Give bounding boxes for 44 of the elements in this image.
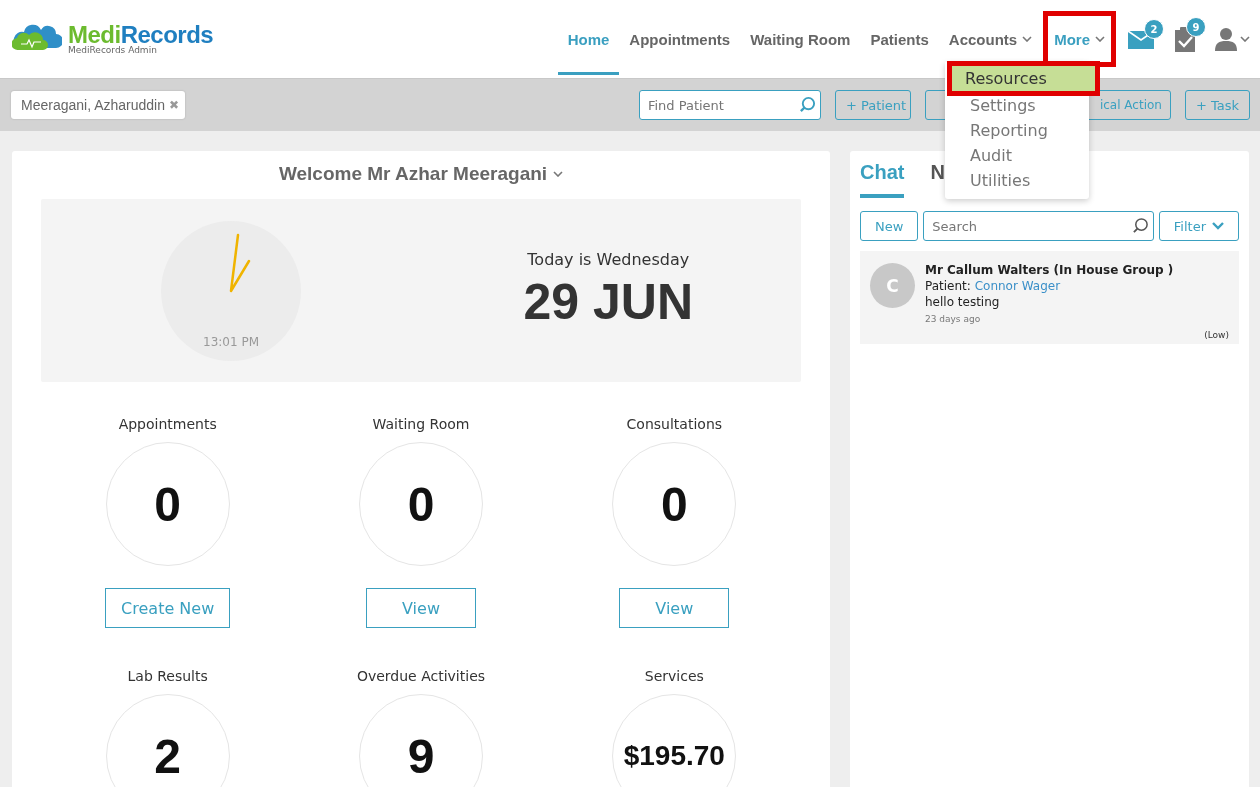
nav-link[interactable]: Home bbox=[557, 0, 620, 78]
nav-link[interactable]: Appointments bbox=[619, 0, 741, 78]
patient-line: Patient: Connor Wager bbox=[925, 279, 1062, 293]
new-button[interactable]: New bbox=[860, 211, 919, 241]
menu-item[interactable]: Utilities bbox=[950, 168, 1084, 193]
stat-label: Lab Results bbox=[127, 668, 208, 686]
nav-link[interactable]: More bbox=[1048, 16, 1111, 62]
stat-label: Consultations bbox=[626, 416, 723, 434]
close-icon[interactable]: ✖ bbox=[169, 98, 179, 112]
stat-button[interactable]: View bbox=[366, 588, 476, 628]
welcome-title[interactable]: Welcome Mr Azhar Meeragani bbox=[41, 163, 801, 185]
filter-button[interactable]: Filter bbox=[1158, 211, 1239, 241]
brand-name: MediRecords bbox=[68, 23, 214, 47]
stat-button[interactable]: View bbox=[619, 588, 730, 628]
stat-label: Appointments bbox=[118, 416, 217, 434]
nav-link[interactable]: Waiting Room bbox=[740, 0, 861, 78]
patient-link[interactable]: Connor Wager bbox=[974, 279, 1061, 293]
message-text: hello testing bbox=[925, 295, 1001, 309]
search-field[interactable]: Search bbox=[923, 211, 1154, 241]
caret-icon bbox=[553, 171, 564, 177]
chevron-down-icon bbox=[1212, 222, 1224, 230]
brand-subtitle: MediRecords Admin bbox=[68, 46, 158, 55]
chat-tab[interactable]: Chat bbox=[860, 161, 905, 198]
menu-item[interactable]: Reporting bbox=[950, 118, 1084, 143]
message-time: 23 days ago bbox=[925, 314, 982, 324]
sender-name: Mr Callum Walters (In House Group ) bbox=[925, 263, 1175, 277]
menu-item[interactable]: Audit bbox=[950, 143, 1084, 168]
patient-tab[interactable]: Meeragani, Azharuddin ✖ bbox=[11, 91, 185, 119]
find-patient-field[interactable]: Find Patient bbox=[638, 90, 821, 120]
nav-link[interactable]: Patients bbox=[860, 0, 939, 78]
count-badge: 2 bbox=[1144, 19, 1164, 39]
priority-label: (Low) bbox=[1204, 330, 1229, 340]
stat-label: Services bbox=[644, 668, 704, 686]
stat-button[interactable]: Create New bbox=[105, 588, 231, 628]
caret-icon bbox=[1240, 36, 1250, 42]
chat-tab[interactable]: N bbox=[930, 161, 945, 198]
count-badge: 9 bbox=[1186, 17, 1206, 37]
stat-label: Overdue Activities bbox=[356, 668, 486, 686]
day-label: Today is Wednesday bbox=[527, 250, 690, 269]
search-icon[interactable] bbox=[1131, 217, 1149, 234]
date-label: 29 JUN bbox=[523, 273, 693, 331]
user-icon[interactable] bbox=[1215, 27, 1237, 51]
stat-label: Waiting Room bbox=[372, 416, 470, 434]
clock-time: 13:01 PM bbox=[203, 334, 259, 349]
